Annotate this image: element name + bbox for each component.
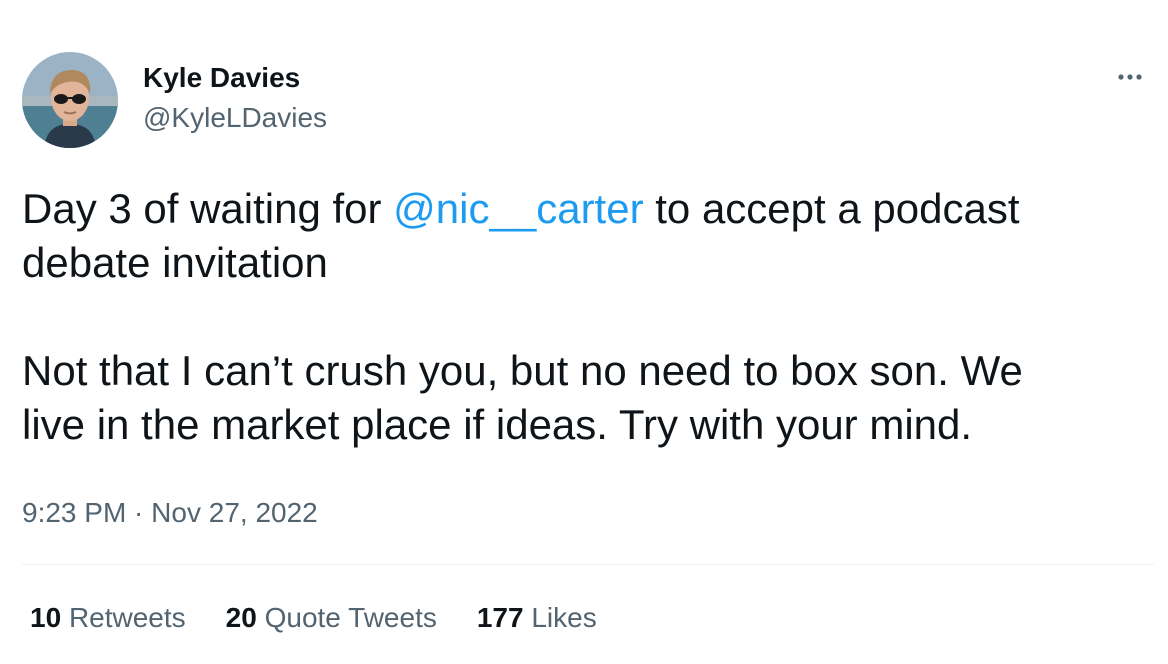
avatar-photo [22,52,118,148]
tweet-card: Kyle Davies @KyleLDavies Day 3 of waitin… [0,0,1168,664]
tweet-text-segment: Day 3 of waiting for [22,185,394,232]
retweets-stat[interactable]: 10 Retweets [30,601,186,635]
likes-stat[interactable]: 177 Likes [477,601,597,635]
mention-link[interactable]: @nic__carter [393,185,643,232]
avatar[interactable] [22,52,118,148]
tweet-text-line: live in the market place if ideas. Try w… [22,401,973,448]
more-horizontal-icon [1118,74,1142,80]
retweets-count: 10 [30,602,62,633]
tweet-timestamp: 9:23 PM · Nov 27, 2022 [22,496,318,530]
divider [22,564,1154,565]
timestamp-separator: · [126,497,152,528]
quote-tweets-stat[interactable]: 20 Quote Tweets [226,601,437,635]
author-handle[interactable]: @KyleLDavies [143,101,327,135]
tweet-time-link[interactable]: 9:23 PM [22,497,126,528]
tweet-date-link[interactable]: Nov 27, 2022 [151,497,318,528]
tweet-text-line: Day 3 of waiting for @nic__carter to acc… [22,182,1142,236]
likes-label: Likes [531,602,597,633]
more-options-button[interactable] [1108,62,1152,92]
quote-tweets-count: 20 [225,602,257,633]
tweet-text: Day 3 of waiting for @nic__carter to acc… [22,182,1142,452]
tweet-stats: 10 Retweets 20 Quote Tweets 177 Likes [30,601,637,635]
likes-count: 177 [476,602,524,633]
quote-tweets-label: Quote Tweets [264,602,437,633]
author-display-name[interactable]: Kyle Davies [143,61,300,95]
retweets-label: Retweets [68,602,186,633]
tweet-text-segment: to accept a podcast [643,185,1020,232]
tweet-text-line: debate invitation [22,239,328,286]
tweet-text-line: Not that I can’t crush you, but no need … [22,347,1023,394]
